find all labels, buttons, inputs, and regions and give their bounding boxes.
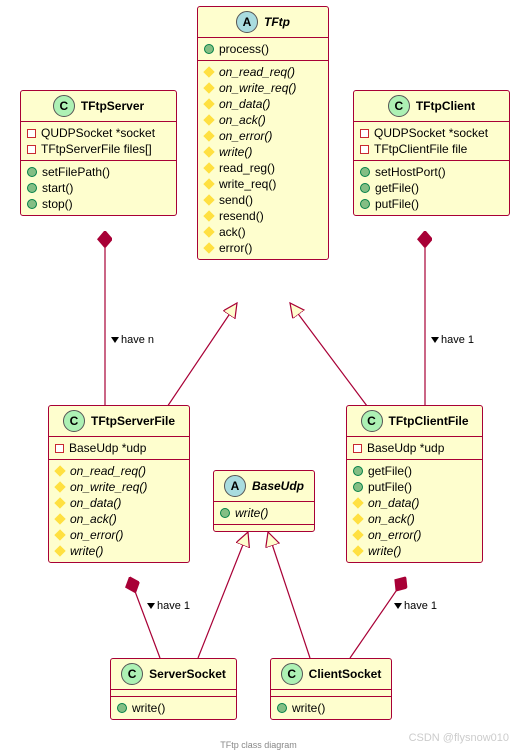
rel-label-have-n: have n	[112, 334, 154, 346]
rel-label-have-1: have 1	[148, 600, 190, 612]
class-name: TFtpServerFile	[91, 414, 175, 428]
class-tftpserverfile: C TFtpServerFile BaseUdp *udp on_read_re…	[48, 405, 190, 563]
class-clientsocket: C ClientSocket write()	[270, 658, 392, 720]
class-icon: C	[63, 410, 85, 432]
class-name: ServerSocket	[149, 667, 226, 681]
class-icon: C	[388, 95, 410, 117]
class-baseudp: A BaseUdp write()	[213, 470, 315, 532]
class-icon: C	[281, 663, 303, 685]
class-name: TFtp	[264, 15, 290, 29]
class-tftpserver: C TFtpServer QUDPSocket *socket TFtpServ…	[20, 90, 177, 216]
watermark: CSDN @flysnow010	[409, 732, 509, 744]
class-name: ClientSocket	[309, 667, 382, 681]
rel-label-have-1: have 1	[432, 334, 474, 346]
class-icon: C	[53, 95, 75, 117]
rel-label-have-1: have 1	[395, 600, 437, 612]
abstract-icon: A	[236, 11, 258, 33]
class-serversocket: C ServerSocket write()	[110, 658, 237, 720]
class-name: TFtpServer	[81, 99, 144, 113]
class-name: TFtpClientFile	[389, 414, 469, 428]
class-icon: C	[121, 663, 143, 685]
class-title: A TFtp	[198, 7, 328, 38]
class-tftpclientfile: C TFtpClientFile BaseUdp *udp getFile() …	[346, 405, 483, 563]
class-name: TFtpClient	[416, 99, 475, 113]
class-icon: C	[361, 410, 383, 432]
class-tftpclient: C TFtpClient QUDPSocket *socket TFtpClie…	[353, 90, 510, 216]
class-tftp: A TFtp process() on_read_req() on_write_…	[197, 6, 329, 260]
abstract-icon: A	[224, 475, 246, 497]
class-name: BaseUdp	[252, 479, 304, 493]
